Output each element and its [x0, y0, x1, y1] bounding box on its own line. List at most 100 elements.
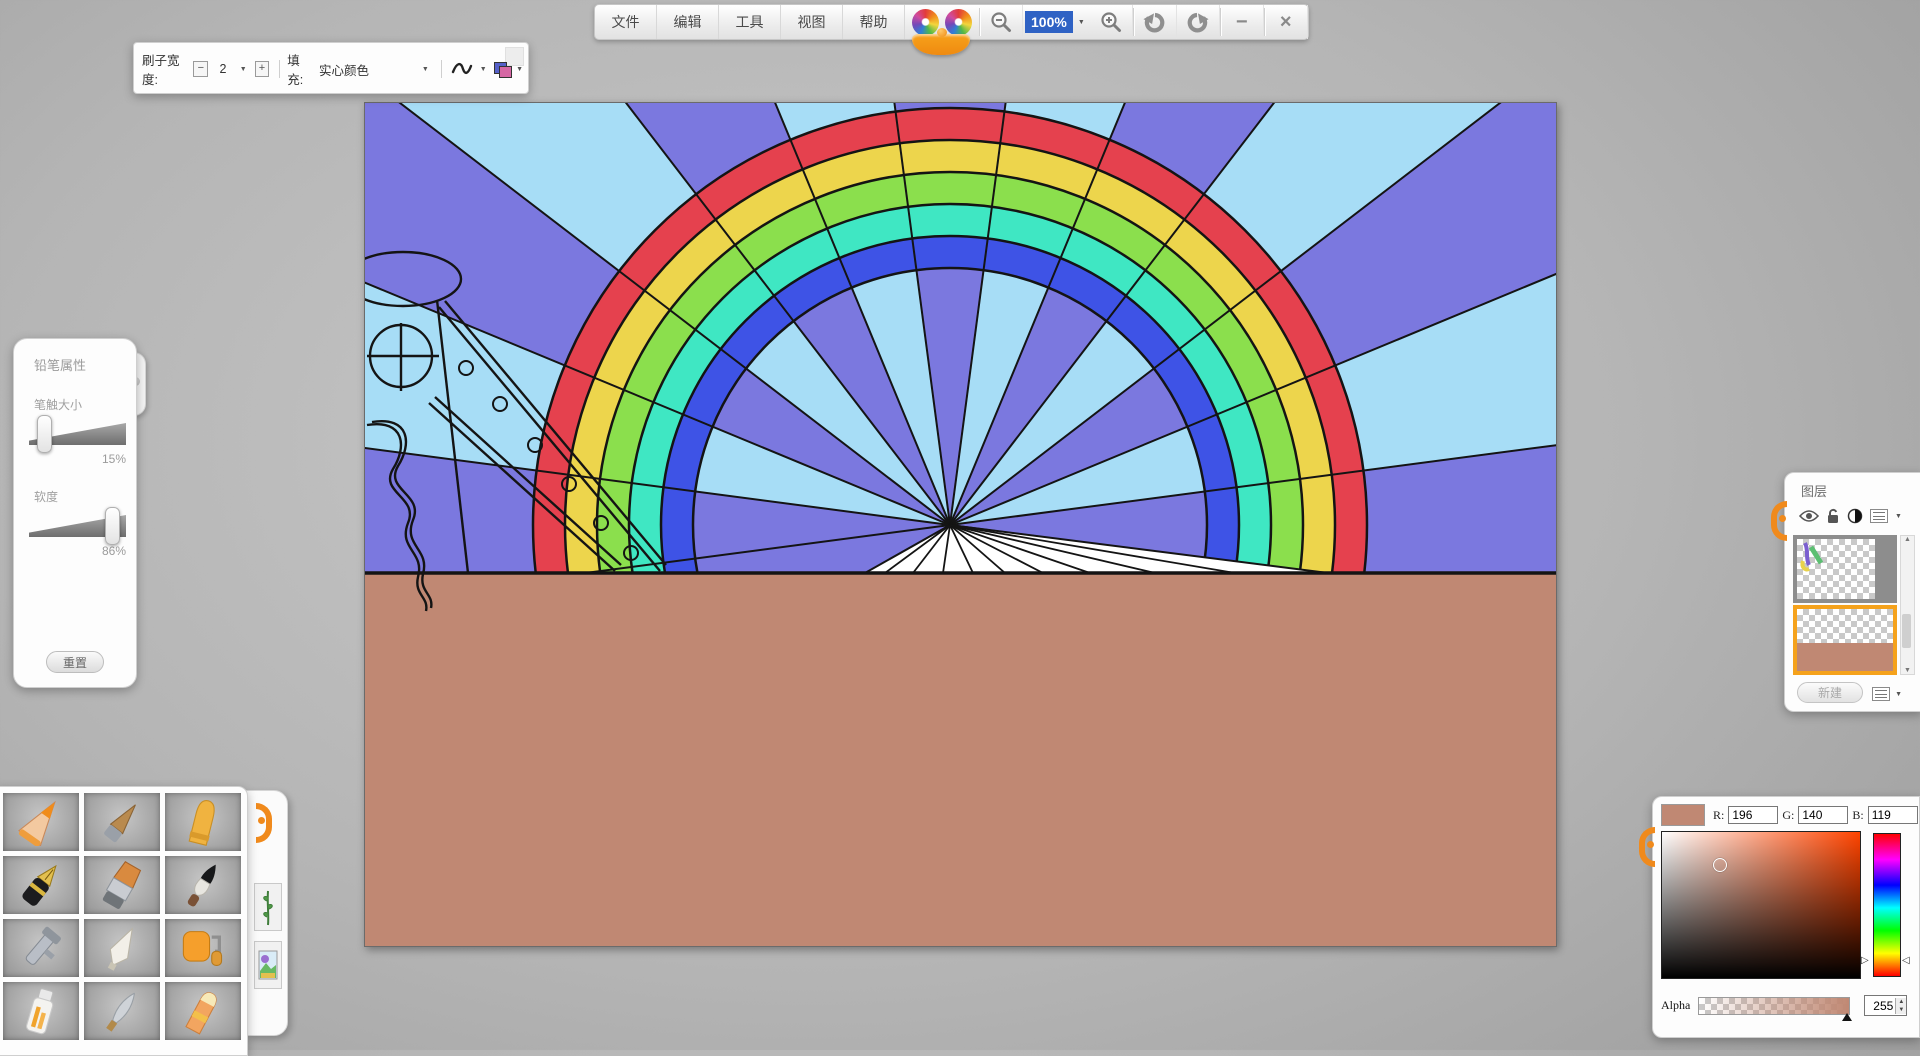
stroke-size-slider-thumb[interactable] [37, 415, 52, 453]
stroke-size-slider[interactable] [29, 415, 126, 451]
layer-thumb-padding [1875, 539, 1893, 599]
redo-button[interactable] [1177, 5, 1220, 39]
hue-bar[interactable] [1873, 833, 1901, 977]
wood-pencil-icon [90, 798, 154, 846]
tool-grid [0, 787, 247, 1046]
unlock-icon[interactable] [1826, 508, 1840, 524]
scroll-down-icon[interactable]: ▼ [1904, 667, 1911, 674]
brush-width-caret-icon[interactable]: ▼ [235, 66, 252, 73]
alpha-marker-icon[interactable] [1842, 1013, 1852, 1021]
fill-style-caret-icon[interactable]: ▼ [511, 66, 528, 73]
undo-icon [1142, 10, 1167, 35]
scroll-up-icon[interactable]: ▲ [1904, 536, 1911, 543]
brush-options-toolbar: 刷子宽度: − 2 ▼ + 填充: 实心颜色 ▼ ▼ ▼ [133, 42, 529, 94]
paint-tube-icon [9, 987, 73, 1035]
layer-item-sketch[interactable] [1793, 535, 1897, 603]
zoom-level-value[interactable]: 100% [1025, 11, 1073, 33]
fountain-pen-icon [9, 861, 73, 909]
stroke-style-wave-icon[interactable] [449, 62, 475, 76]
zoom-in-button[interactable] [1090, 5, 1133, 39]
hue-marker-left-icon[interactable]: ▷ [1861, 955, 1869, 966]
layer-menu-caret-icon[interactable]: ▼ [1895, 513, 1902, 520]
menu-tools[interactable]: 工具 [719, 5, 781, 39]
visibility-eye-icon[interactable] [1799, 509, 1819, 523]
undo-button[interactable] [1134, 5, 1177, 39]
fill-mode-caret-icon[interactable]: ▼ [417, 66, 434, 73]
red-label: R: [1713, 808, 1724, 823]
menu-view[interactable]: 视图 [781, 5, 843, 39]
alpha-spin-up-icon[interactable]: ▲ [1896, 998, 1906, 1006]
brush-width-label: 刷子宽度: [142, 50, 190, 88]
opacity-icon[interactable] [1847, 508, 1863, 524]
alpha-input[interactable] [1865, 999, 1895, 1013]
softness-value: 86% [14, 544, 126, 558]
close-button[interactable]: × [1265, 5, 1308, 39]
palette-knife-icon [90, 924, 154, 972]
zoom-in-icon [1100, 11, 1122, 33]
tool-palette-knife[interactable] [84, 919, 160, 977]
layers-options-icon[interactable] [1872, 687, 1890, 701]
color-cursor-icon[interactable] [1713, 858, 1727, 872]
new-layer-button[interactable]: 新建 [1797, 682, 1863, 703]
tool-crayon[interactable] [165, 793, 241, 851]
tool-ink-brush[interactable] [165, 856, 241, 914]
toolbar-separator [441, 60, 442, 78]
saturation-value-field[interactable] [1661, 831, 1861, 979]
green-input[interactable] [1798, 806, 1848, 824]
zoom-dropdown-caret-icon[interactable]: ▼ [1073, 5, 1090, 39]
softness-slider[interactable] [29, 507, 126, 543]
layers-list [1793, 535, 1897, 675]
layer-item-ground[interactable] [1793, 605, 1897, 675]
silverpoint-icon [90, 987, 154, 1035]
stroke-style-caret-icon[interactable]: ▼ [475, 66, 492, 73]
fill-mode-value[interactable]: 实心颜色 [313, 60, 417, 79]
plant-stamp-icon [258, 887, 278, 927]
softness-slider-thumb[interactable] [105, 507, 120, 545]
mascot-smile-icon [912, 34, 970, 55]
menu-help[interactable]: 帮助 [843, 5, 905, 39]
layer-menu-icon[interactable] [1870, 509, 1888, 523]
blue-label: B: [1852, 808, 1863, 823]
brush-width-decrease-button[interactable]: − [193, 61, 208, 77]
layers-panel-handle[interactable] [1771, 501, 1793, 541]
tool-colored-pencil[interactable] [3, 793, 79, 851]
tool-airbrush[interactable] [3, 919, 79, 977]
layers-options-caret-icon[interactable]: ▼ [1890, 691, 1907, 698]
scrollbar-thumb[interactable] [1902, 614, 1911, 648]
brush-width-value[interactable]: 2 [211, 62, 235, 76]
crayon-icon [171, 798, 235, 846]
hue-marker-right-icon[interactable]: ◁ [1902, 955, 1910, 966]
tool-flat-brush[interactable] [84, 856, 160, 914]
reset-button[interactable]: 重置 [46, 651, 104, 673]
layer-ground-preview [1797, 643, 1893, 671]
color-panel-handle[interactable] [1639, 827, 1661, 867]
softness-label: 软度 [34, 488, 136, 505]
brush-width-increase-button[interactable]: + [255, 61, 270, 77]
blue-input[interactable] [1868, 806, 1918, 824]
tool-paint-roller[interactable] [165, 919, 241, 977]
tool-wood-pencil[interactable] [84, 793, 160, 851]
red-input[interactable] [1728, 806, 1778, 824]
fill-label: 填充: [287, 50, 313, 88]
tool-fountain-pen[interactable] [3, 856, 79, 914]
minimize-button[interactable]: − [1221, 5, 1264, 39]
mascot-nose-icon [937, 28, 947, 37]
alpha-spin-down-icon[interactable]: ▼ [1896, 1006, 1906, 1014]
tool-paint-tube[interactable] [3, 982, 79, 1040]
picture-stamp-button[interactable] [254, 941, 282, 989]
tool-eraser-crayon[interactable] [165, 982, 241, 1040]
drawing-canvas[interactable] [364, 102, 1557, 947]
airbrush-icon [9, 924, 73, 972]
tool-silverpoint[interactable] [84, 982, 160, 1040]
zoom-out-button[interactable] [980, 5, 1023, 39]
menu-edit[interactable]: 编辑 [657, 5, 719, 39]
fill-style-squares-icon[interactable] [494, 62, 509, 77]
eraser-crayon-icon [171, 987, 235, 1035]
palette-handle-icon [256, 803, 278, 843]
plant-stamp-button[interactable] [254, 883, 282, 931]
tool-palette-handle[interactable] [246, 790, 288, 1036]
alpha-slider[interactable] [1698, 997, 1850, 1015]
layers-scrollbar[interactable]: ▲ ▼ [1900, 535, 1915, 675]
menu-file[interactable]: 文件 [595, 5, 657, 39]
redo-icon [1185, 10, 1210, 35]
